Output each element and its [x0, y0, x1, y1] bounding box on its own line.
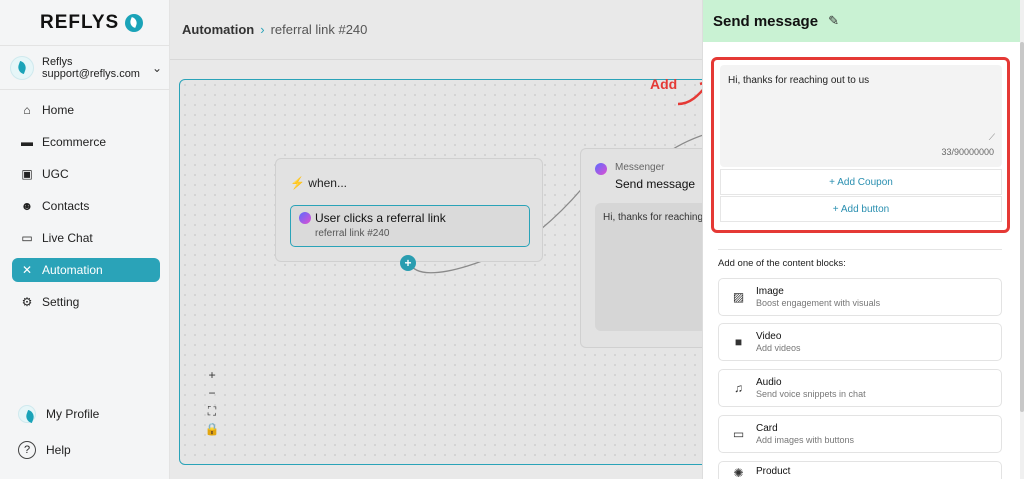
message-node-title: Send message	[615, 177, 696, 191]
avatar	[10, 55, 34, 80]
pencil-icon[interactable]: ✎	[828, 13, 839, 29]
block-desc: Send voice snippets in chat	[756, 389, 866, 399]
breadcrumb-page: referral link #240	[270, 22, 368, 37]
logo-text: REFLYS	[40, 12, 120, 33]
gear-icon: ⚙	[21, 295, 33, 309]
message-textarea[interactable]: Hi, thanks for reaching out to us ⟋ 33/9…	[720, 65, 1002, 167]
my-profile-link[interactable]: My Profile	[18, 404, 158, 424]
account-switcher[interactable]: Reflys support@reflys.com ⌄	[0, 45, 170, 90]
message-node[interactable]: Messenger Send message Hi, thanks for re…	[580, 148, 721, 348]
product-icon: ✺	[733, 466, 744, 479]
image-icon: ▣	[21, 167, 33, 181]
logo[interactable]: REFLYS	[40, 12, 144, 34]
sidebar: REFLYS Reflys support@reflys.com ⌄ ⌂ Home…	[0, 0, 170, 479]
zoom-out-button[interactable]: −	[204, 386, 220, 404]
image-icon: ▨	[732, 290, 745, 304]
add-step-button[interactable]: +	[400, 255, 416, 271]
block-name: Card	[756, 423, 778, 434]
sidebar-item-label: Automation	[42, 263, 103, 277]
chat-icon: ▭	[21, 231, 33, 245]
sidebar-item-live-chat[interactable]: ▭ Live Chat	[12, 226, 160, 250]
home-icon: ⌂	[23, 103, 31, 117]
store-icon: ▬	[21, 135, 33, 149]
sidebar-item-label: UGC	[42, 167, 69, 181]
profile-icon	[18, 405, 36, 423]
sidebar-item-label: Ecommerce	[42, 135, 107, 149]
trigger-node[interactable]: ⚡ when... User clicks a referral link re…	[275, 158, 543, 262]
block-name: Product	[756, 466, 791, 477]
sidebar-nav: ⌂ Home ▬ Ecommerce ▣ UGC ☻ Contacts ▭ Live Ch…	[12, 98, 160, 322]
sidebar-item-label: Contacts	[42, 199, 90, 213]
scrollbar-thumb[interactable]	[1020, 42, 1024, 412]
chevron-down-icon[interactable]: ⌄	[152, 61, 162, 75]
panel-scrollbar[interactable]	[1020, 0, 1024, 479]
sidebar-item-label: Home	[42, 103, 75, 117]
messenger-icon	[299, 212, 311, 224]
block-card[interactable]: ▭ Card Add images with buttons	[718, 415, 1002, 453]
zoom-in-button[interactable]: +	[204, 368, 220, 386]
breadcrumb: Automation › referral link #240	[170, 0, 702, 60]
main-area: Automation › referral link #240 ⚡ when..…	[170, 0, 721, 479]
block-audio[interactable]: ♫ Audio Send voice snippets in chat	[718, 369, 1002, 407]
block-desc: Add videos	[756, 343, 801, 353]
app: REFLYS Reflys support@reflys.com ⌄ ⌂ Home…	[0, 0, 1024, 479]
video-icon: ■	[734, 335, 743, 349]
trigger-sub: referral link #240	[315, 228, 390, 239]
block-name: Video	[756, 331, 782, 342]
breadcrumb-section[interactable]: Automation	[182, 22, 254, 37]
blocks-title: Add one of the content blocks:	[718, 258, 846, 269]
flow-canvas[interactable]: ⚡ when... User clicks a referral link re…	[179, 79, 721, 465]
divider	[718, 249, 1002, 250]
sidebar-item-ecommerce[interactable]: ▬ Ecommerce	[12, 130, 160, 154]
send-message-panel: Send message ✎ Hi, thanks for reaching o…	[702, 0, 1020, 479]
sidebar-item-contacts[interactable]: ☻ Contacts	[12, 194, 160, 218]
account-name: Reflys	[42, 55, 73, 68]
trigger-item[interactable]: User clicks a referral link referral lin…	[290, 205, 530, 247]
char-counter: 33/90000000	[941, 147, 994, 157]
sidebar-item-label: Setting	[42, 295, 80, 309]
block-video[interactable]: ■ Video Add videos	[718, 323, 1002, 361]
fit-view-icon[interactable]: ⛶	[204, 404, 220, 422]
sidebar-item-label: Live Chat	[42, 231, 93, 245]
sidebar-item-automation[interactable]: ✕ Automation	[12, 258, 160, 282]
my-profile-label: My Profile	[46, 407, 100, 421]
block-product[interactable]: ✺ Product	[718, 461, 1002, 479]
message-text: Hi, thanks for reaching out to us	[728, 75, 870, 86]
help-label: Help	[46, 443, 71, 457]
automation-icon: ✕	[21, 263, 33, 277]
sidebar-item-home[interactable]: ⌂ Home	[12, 98, 160, 122]
add-button-button[interactable]: + Add button	[720, 196, 1002, 222]
card-icon: ▭	[732, 427, 745, 441]
block-name: Audio	[756, 377, 782, 388]
panel-title: Send message	[713, 12, 819, 30]
messenger-icon	[595, 163, 607, 175]
lock-icon[interactable]: 🔒	[204, 422, 220, 440]
add-coupon-button[interactable]: + Add Coupon	[720, 169, 1002, 195]
sidebar-bottom: My Profile ? Help	[18, 404, 158, 476]
block-desc: Boost engagement with visuals	[756, 298, 881, 308]
account-email: support@reflys.com	[42, 67, 140, 80]
block-name: Image	[756, 286, 784, 297]
audio-icon: ♫	[734, 381, 743, 395]
logo-icon	[125, 14, 144, 32]
chevron-right-icon: ›	[260, 22, 265, 37]
users-icon: ☻	[20, 199, 34, 213]
message-channel: Messenger	[615, 162, 665, 173]
panel-header: Send message ✎	[703, 0, 1020, 42]
lightning-icon: ⚡	[290, 176, 305, 190]
sidebar-item-setting[interactable]: ⚙ Setting	[12, 290, 160, 314]
when-title: when...	[308, 176, 347, 190]
sidebar-item-ugc[interactable]: ▣ UGC	[12, 162, 160, 186]
block-desc: Add images with buttons	[756, 435, 855, 445]
zoom-controls: + − ⛶ 🔒	[204, 368, 220, 440]
help-link[interactable]: ? Help	[18, 440, 158, 460]
trigger-label: User clicks a referral link	[315, 211, 446, 225]
resize-handle-icon[interactable]: ⟋	[989, 132, 995, 143]
block-image[interactable]: ▨ Image Boost engagement with visuals	[718, 278, 1002, 316]
help-icon: ?	[18, 441, 36, 459]
